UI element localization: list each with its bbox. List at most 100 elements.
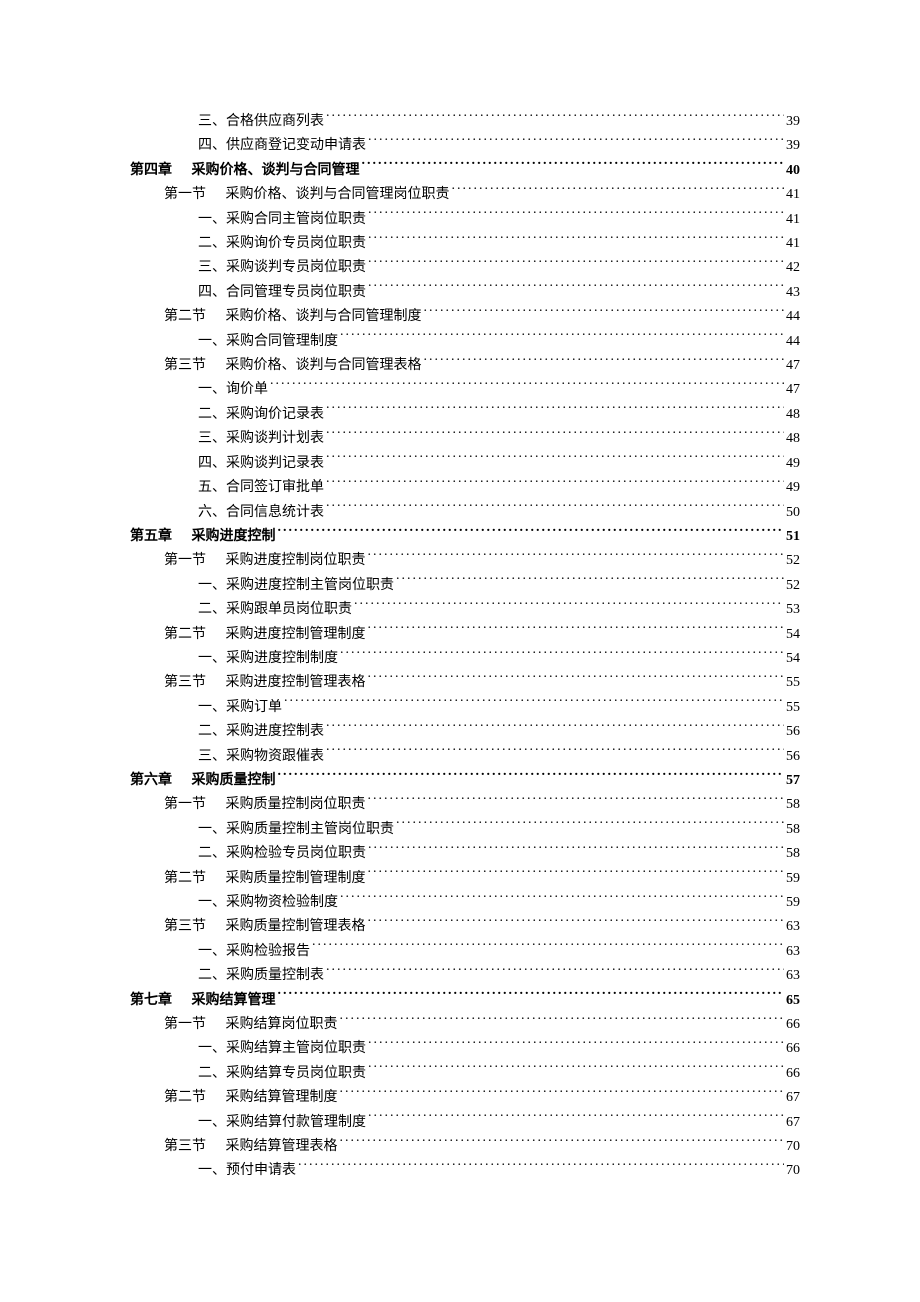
- toc-row: 第三节 采购进度控制管理表格55: [130, 671, 800, 695]
- toc-page-number: 52: [786, 549, 800, 573]
- toc-entry-title: 采购进度控制岗位职责: [226, 553, 366, 568]
- toc-leader-dots: [326, 502, 784, 516]
- toc-row: 第一节 采购进度控制岗位职责 52: [130, 549, 800, 573]
- toc-page-number: 66: [786, 1037, 800, 1061]
- toc-leader-dots: [368, 624, 785, 638]
- toc-row: 一、采购合同管理制度44: [130, 330, 800, 354]
- toc-page-number: 63: [786, 964, 800, 988]
- toc-entry-title: 采购结算管理表格: [226, 1139, 338, 1154]
- toc-entry-title: 采购询价专员岗位职责: [226, 236, 366, 251]
- toc-page-number: 67: [786, 1111, 800, 1135]
- toc-entry-number: 三、: [198, 749, 226, 764]
- toc-leader-dots: [278, 526, 785, 540]
- toc-row: 一、采购物资检验制度 59: [130, 891, 800, 915]
- toc-entry-number: 第二节: [164, 623, 222, 647]
- toc-leader-dots: [368, 233, 784, 247]
- toc-entry-number: 一、: [198, 1041, 226, 1056]
- toc-label: 第一节 采购进度控制岗位职责: [164, 549, 366, 573]
- toc-page-number: 49: [786, 476, 800, 500]
- toc-label: 四、合同管理专员岗位职责: [198, 281, 366, 305]
- toc-row: 一、采购结算付款管理制度67: [130, 1111, 800, 1135]
- toc-leader-dots: [368, 257, 784, 271]
- toc-entry-title: 采购质量控制管理表格: [226, 919, 366, 934]
- toc-entry-number: 一、: [198, 895, 226, 910]
- toc-page-number: 48: [786, 427, 800, 451]
- toc-page-number: 41: [786, 232, 800, 256]
- toc-entry-number: 一、: [198, 1115, 226, 1130]
- toc-page-number: 40: [786, 159, 800, 183]
- toc-entry-number: 一、: [198, 1163, 226, 1178]
- toc-label: 第三节 采购结算管理表格: [164, 1135, 338, 1159]
- toc-entry-number: 四、: [198, 138, 226, 153]
- toc-label: 一、采购结算主管岗位职责: [198, 1037, 366, 1061]
- toc-page-number: 47: [786, 378, 800, 402]
- toc-page-number: 59: [786, 891, 800, 915]
- toc-leader-dots: [396, 819, 784, 833]
- toc-leader-dots: [424, 355, 785, 369]
- toc-leader-dots: [326, 111, 784, 125]
- toc-entry-number: 二、: [198, 602, 226, 617]
- toc-row: 二、采购询价记录表 48: [130, 403, 800, 427]
- toc-entry-number: 一、: [198, 334, 226, 349]
- toc-leader-dots: [326, 453, 784, 467]
- toc-entry-title: 合同信息统计表: [226, 505, 324, 520]
- toc-leader-dots: [354, 599, 784, 613]
- toc-page-number: 39: [786, 110, 800, 134]
- toc-label: 第三节 采购进度控制管理表格: [164, 671, 366, 695]
- toc-leader-dots: [326, 965, 784, 979]
- toc-label: 第二节 采购结算管理制度: [164, 1086, 338, 1110]
- toc-entry-number: 一、: [198, 700, 226, 715]
- toc-entry-number: 第一节: [164, 1013, 222, 1037]
- toc-leader-dots: [278, 770, 785, 784]
- toc-entry-number: 第五章: [130, 525, 188, 549]
- toc-entry-number: 第二节: [164, 305, 222, 329]
- toc-leader-dots: [326, 404, 784, 418]
- toc-label: 一、采购物资检验制度: [198, 891, 338, 915]
- toc-entry-title: 合同签订审批单: [226, 480, 324, 495]
- toc-label: 一、询价单: [198, 378, 268, 402]
- toc-entry-number: 二、: [198, 407, 226, 422]
- toc-entry-title: 采购质量控制主管岗位职责: [226, 822, 394, 837]
- toc-page-number: 58: [786, 842, 800, 866]
- toc-entry-number: 五、: [198, 480, 226, 495]
- toc-label: 一、采购合同主管岗位职责: [198, 208, 366, 232]
- toc-entry-title: 采购结算专员岗位职责: [226, 1066, 366, 1081]
- toc-entry-title: 采购进度控制管理制度: [226, 627, 366, 642]
- toc-label: 第一节 采购结算岗位职责: [164, 1013, 338, 1037]
- toc-row: 一、采购质量控制主管岗位职责58: [130, 818, 800, 842]
- toc-entry-title: 采购合同管理制度: [226, 334, 338, 349]
- toc-row: 第七章 采购结算管理65: [130, 989, 800, 1013]
- toc-row: 二、采购跟单员岗位职责53: [130, 598, 800, 622]
- toc-row: 第三节 采购结算管理表格70: [130, 1135, 800, 1159]
- toc-entry-number: 第七章: [130, 989, 188, 1013]
- toc-label: 三、采购谈判专员岗位职责: [198, 256, 366, 280]
- toc-label: 第五章 采购进度控制: [130, 525, 276, 549]
- toc-page-number: 48: [786, 403, 800, 427]
- toc-row: 二、采购检验专员岗位职责58: [130, 842, 800, 866]
- toc-row: 二、采购质量控制表63: [130, 964, 800, 988]
- toc-leader-dots: [368, 1038, 784, 1052]
- toc-entry-number: 二、: [198, 968, 226, 983]
- toc-entry-title: 询价单: [226, 382, 268, 397]
- toc-leader-dots: [368, 794, 785, 808]
- toc-entry-number: 第三节: [164, 671, 222, 695]
- toc-page-number: 39: [786, 134, 800, 158]
- toc-entry-title: 采购进度控制制度: [226, 651, 338, 666]
- toc-entry-number: 三、: [198, 431, 226, 446]
- toc-entry-number: 第四章: [130, 159, 188, 183]
- toc-entry-title: 采购订单: [226, 700, 282, 715]
- toc-entry-number: 二、: [198, 846, 226, 861]
- toc-leader-dots: [424, 306, 785, 320]
- toc-page-number: 63: [786, 940, 800, 964]
- toc-page-number: 41: [786, 183, 800, 207]
- toc-row: 第一节 采购质量控制岗位职责58: [130, 793, 800, 817]
- toc-leader-dots: [326, 428, 784, 442]
- toc-entry-title: 采购谈判计划表: [226, 431, 324, 446]
- toc-entry-number: 四、: [198, 285, 226, 300]
- toc-page-number: 43: [786, 281, 800, 305]
- toc-entry-title: 采购进度控制表: [226, 724, 324, 739]
- toc-label: 二、采购询价记录表: [198, 403, 324, 427]
- toc-page-number: 51: [786, 525, 800, 549]
- toc-leader-dots: [340, 331, 784, 345]
- toc-label: 第六章 采购质量控制: [130, 769, 276, 793]
